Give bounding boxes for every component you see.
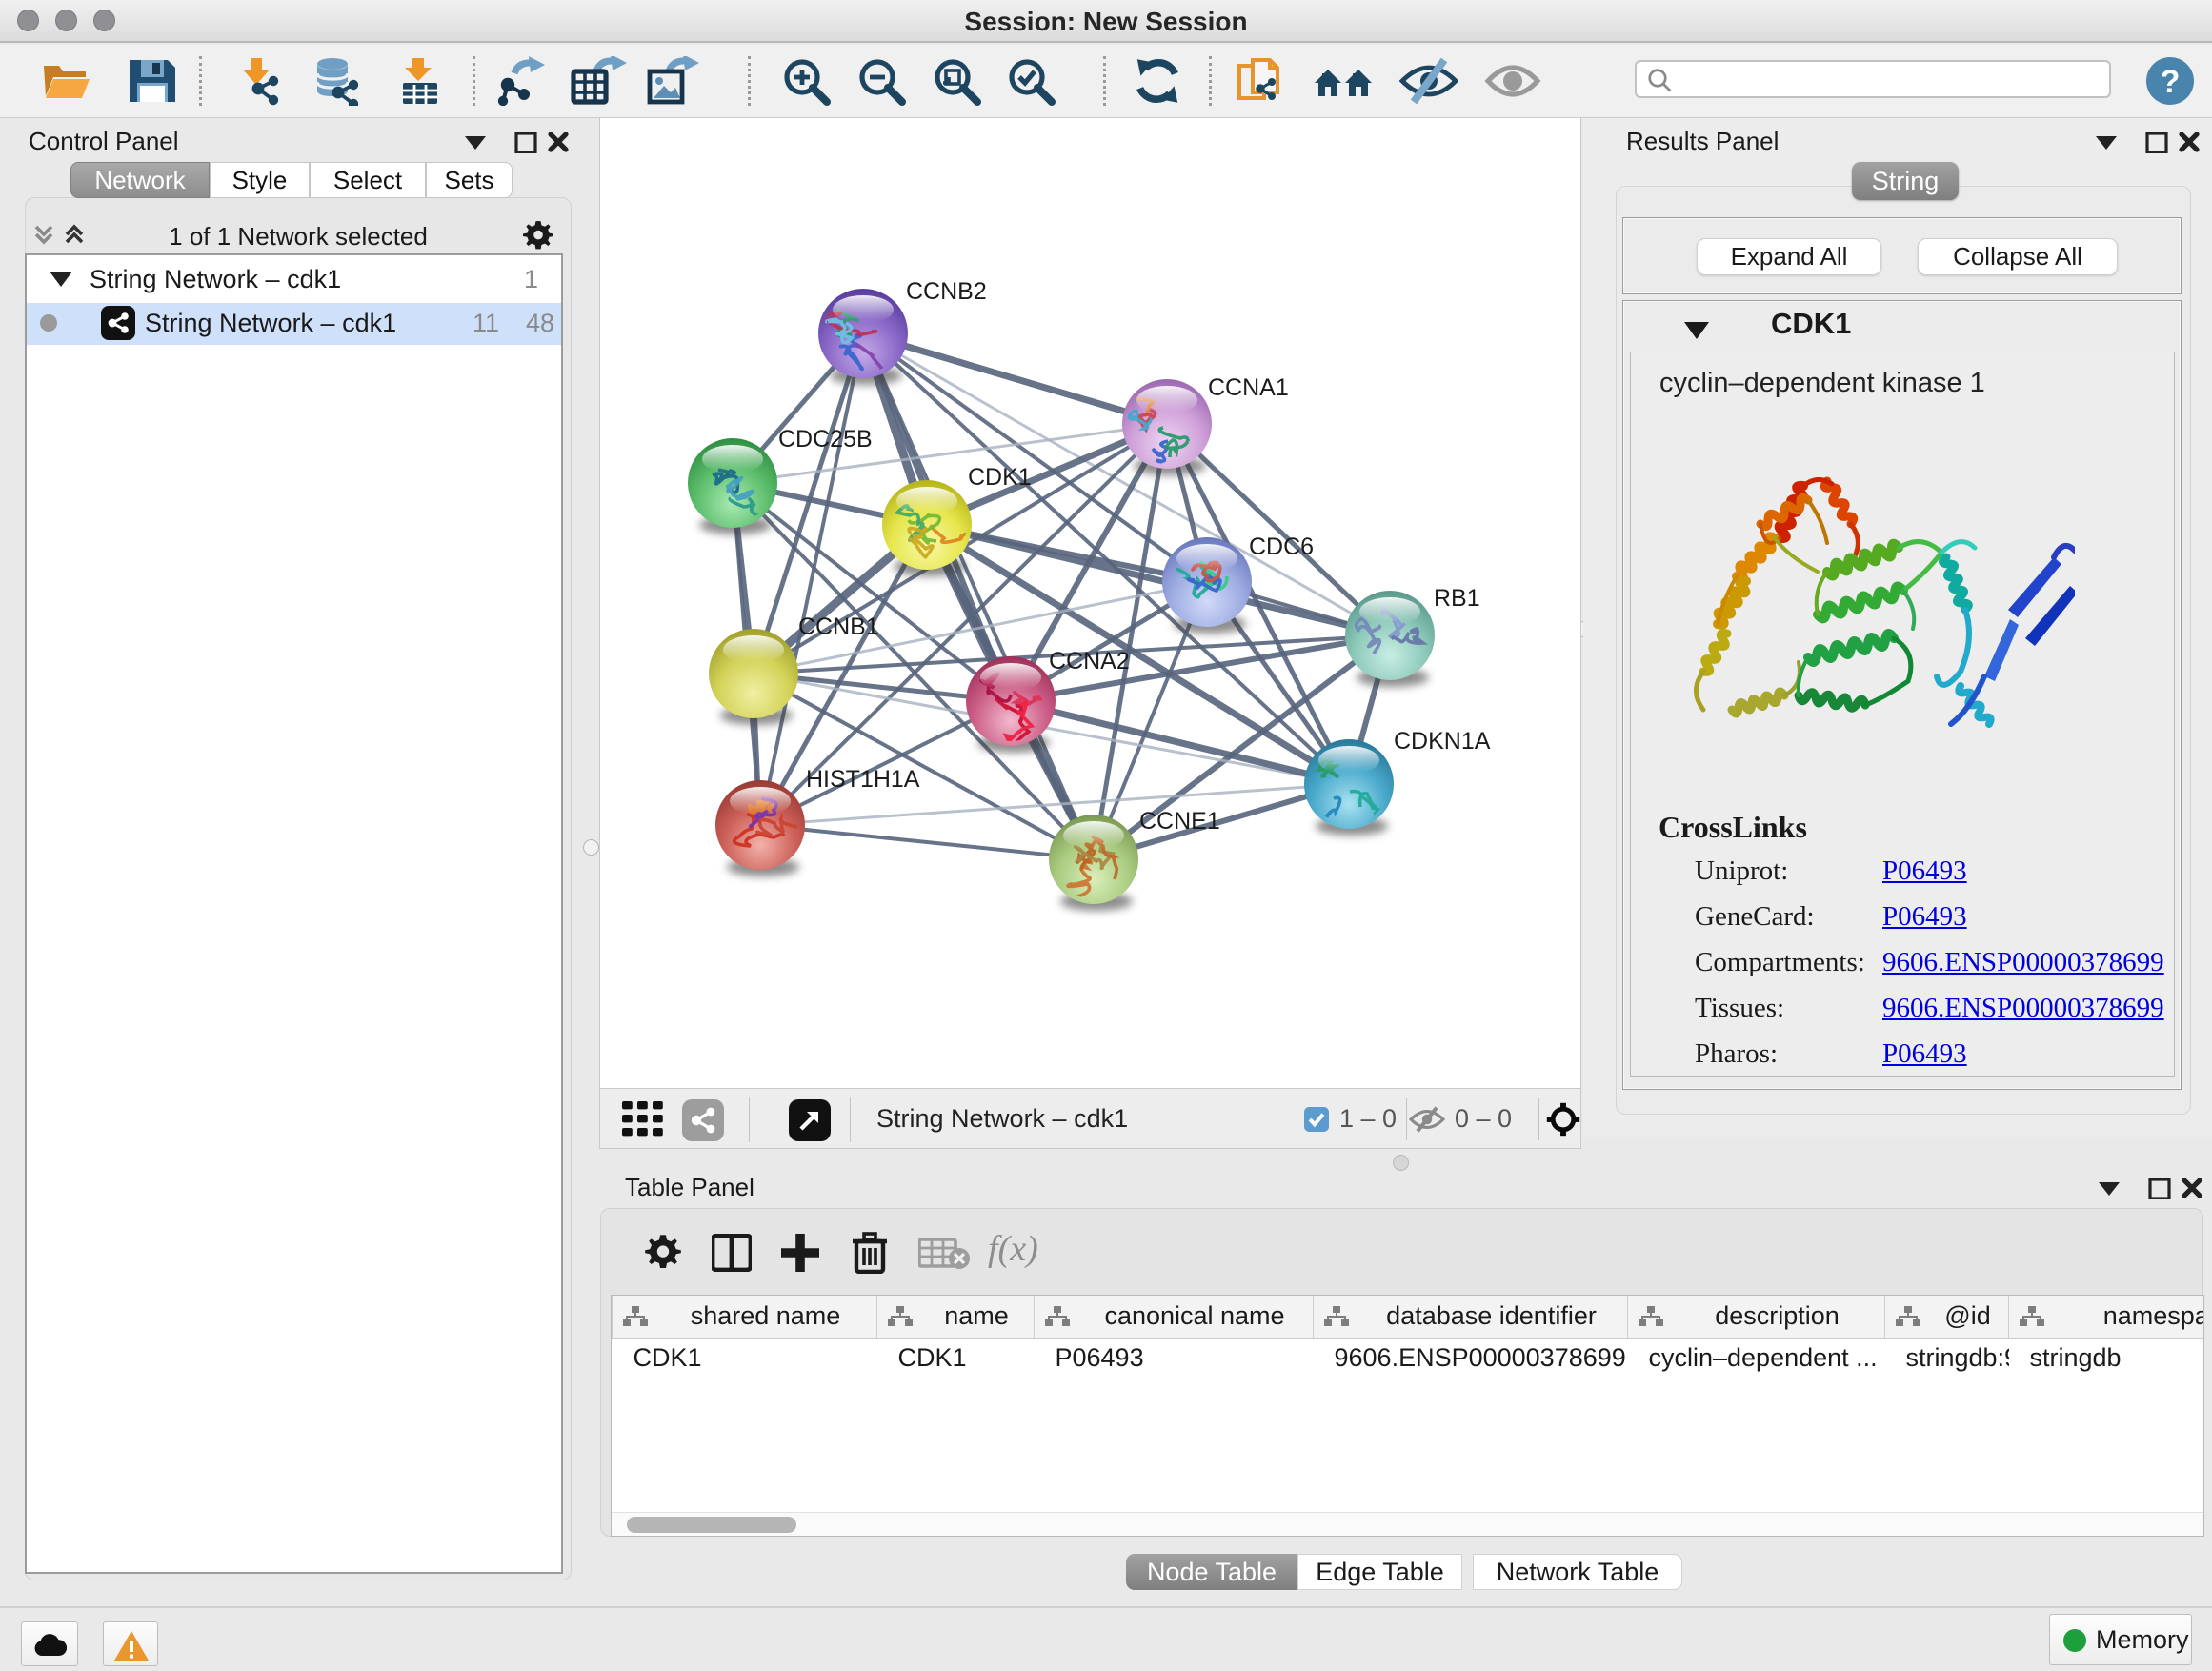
svg-text:CCNB2: CCNB2 [906, 278, 987, 305]
svg-text:CDC6: CDC6 [1249, 534, 1314, 560]
svg-text:HIST1H1A: HIST1H1A [806, 766, 920, 793]
svg-text:RB1: RB1 [1434, 585, 1480, 612]
svg-text:CCNA1: CCNA1 [1208, 374, 1289, 401]
svg-text:CCNB1: CCNB1 [798, 614, 879, 640]
svg-text:CDK1: CDK1 [968, 464, 1032, 491]
svg-text:?: ? [2161, 64, 2181, 100]
svg-text:CDC25B: CDC25B [778, 426, 873, 453]
svg-text:CCNA2: CCNA2 [1049, 648, 1130, 674]
svg-text:CCNE1: CCNE1 [1139, 808, 1220, 835]
svg-text:CDKN1A: CDKN1A [1394, 728, 1491, 755]
